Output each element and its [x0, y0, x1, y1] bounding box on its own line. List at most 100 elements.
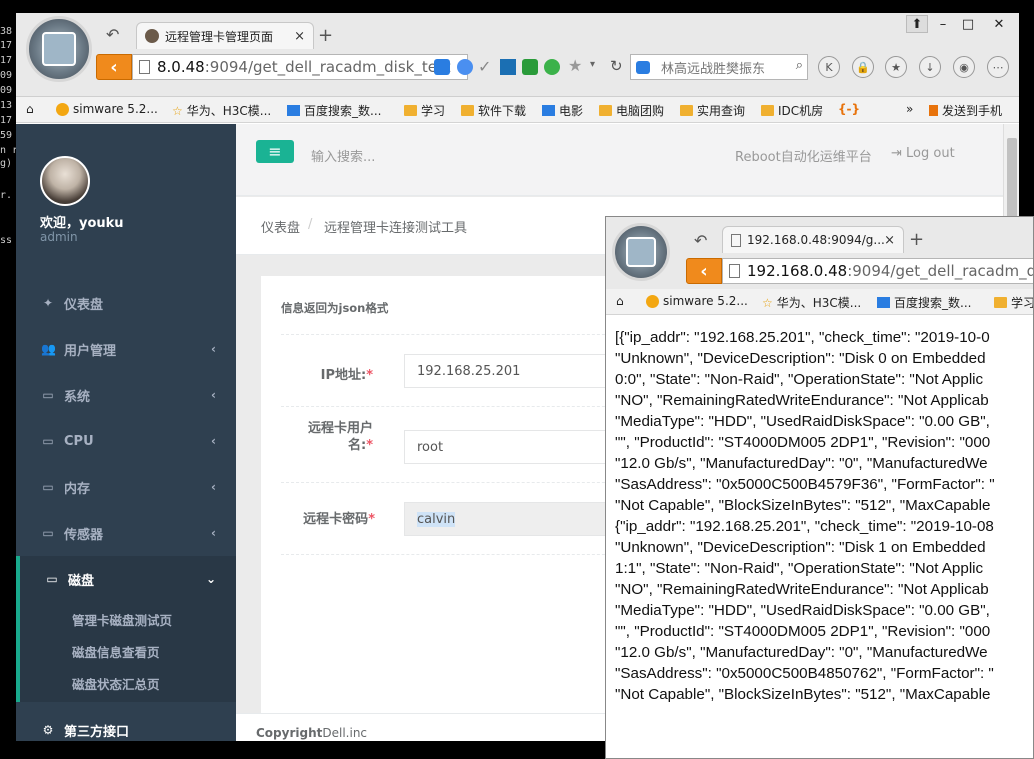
tab-favicon-icon	[145, 29, 159, 43]
logout-link[interactable]: ⇥ Log out	[891, 146, 955, 161]
username-label: 远程卡用户名:*	[307, 421, 373, 453]
bookmark-software[interactable]: 软件下载	[461, 102, 526, 119]
sidebar-item-6[interactable]: ▭ 磁盘 ⌄	[16, 556, 236, 602]
hdd-icon: ▭	[42, 480, 54, 494]
bookmark-idc[interactable]: IDC机房	[761, 102, 823, 119]
translate-icon[interactable]	[500, 59, 516, 75]
sidebar-item-0[interactable]: ✦ 仪表盘	[16, 280, 236, 326]
bookmark-huawei-2[interactable]: ☆ 华为、H3C模...	[762, 294, 861, 311]
terminal-line: 17	[0, 40, 13, 51]
submenu-item-1[interactable]: 磁盘信息查看页	[72, 642, 160, 661]
top-search-input[interactable]: 输入搜索...	[311, 146, 375, 165]
sidebar-item-5[interactable]: ▭ 传感器 ‹	[16, 510, 236, 556]
bookmarks-more[interactable]: »	[906, 102, 913, 116]
json-line: "NO", "RemainingRatedWriteEndurance": "N…	[615, 392, 989, 409]
history-back-icon[interactable]: ↶	[106, 25, 119, 44]
refresh-icon[interactable]: ↻	[610, 57, 623, 75]
sidebar-item-3[interactable]: ▭ CPU ‹	[16, 418, 236, 464]
browser-logo-icon[interactable]	[26, 16, 92, 82]
json-line: "SasAddress": "0x5000C500B4850762", "For…	[615, 665, 994, 682]
menu-icon[interactable]: ⋯	[987, 56, 1009, 78]
plus-circle-icon[interactable]	[544, 59, 560, 75]
tab-remote-card[interactable]: 远程管理卡管理页面 ×	[136, 22, 314, 49]
bookmark-baidu[interactable]: 百度搜索_数...	[287, 102, 381, 119]
chevron-icon: ‹	[211, 480, 216, 494]
game-icon[interactable]: ◉	[953, 56, 975, 78]
url-host-2: 192.168.0.48	[747, 262, 848, 280]
hdd-icon: ▭	[42, 434, 54, 448]
sign-out-icon: ⇥	[891, 146, 907, 161]
search-icon[interactable]: ⌕	[796, 58, 803, 73]
cogs-icon: ⚙	[42, 723, 54, 737]
sidebar-item-2[interactable]: ▭ 系统 ‹	[16, 372, 236, 418]
bookmark-simware-2[interactable]: simware 5.2...	[646, 294, 748, 308]
back-button-2[interactable]: ‹	[686, 258, 722, 284]
maximize-button[interactable]: □	[957, 15, 979, 33]
chevron-icon: ‹	[211, 342, 216, 356]
sidebar-item-label: 内存	[64, 481, 91, 497]
hamburger-button[interactable]: ≡	[256, 140, 294, 163]
download-icon[interactable]: ↓	[919, 56, 941, 78]
address-bar-2[interactable]: 192.168.0.48:9094/get_dell_racadm_dis	[722, 258, 1033, 284]
json-browser-window: ↶ 192.168.0.48:9094/g... × + ‹ 192.168.0…	[605, 216, 1034, 759]
chevron-icon: ‹	[211, 526, 216, 540]
address-bar[interactable]: 8.0.48:9094/get_dell_racadm_disk_test	[132, 54, 468, 80]
password-label: 远程卡密码*	[303, 512, 375, 527]
k-extension-icon[interactable]: K	[818, 56, 840, 78]
panel-title: 信息返回为json格式	[281, 301, 389, 315]
terminal-line: g)	[0, 158, 13, 169]
hdd-icon: ▭	[46, 572, 58, 586]
terminal-line: 59	[0, 130, 13, 141]
bookmark-huawei[interactable]: ☆ 华为、H3C模...	[172, 102, 271, 119]
bookmark-simware[interactable]: simware 5.2...	[56, 102, 158, 116]
bookmark-study[interactable]: 学习	[404, 102, 445, 119]
submenu-item-2[interactable]: 磁盘状态汇总页	[72, 674, 160, 693]
chevron-icon: ⌄	[205, 572, 216, 586]
ie-mode-icon[interactable]	[457, 59, 473, 75]
terminal-line: r.	[0, 190, 13, 201]
lock-icon[interactable]: 🔒	[852, 56, 874, 78]
send-to-phone[interactable]: 发送到手机	[929, 102, 1002, 119]
sidebar-item-third-party[interactable]: ⚙ 第三方接口	[16, 707, 236, 741]
url-host: 8.0.48	[157, 58, 205, 76]
favorites-icon[interactable]: ★	[885, 56, 907, 78]
bookmark-query[interactable]: 实用查询	[680, 102, 745, 119]
check-icon[interactable]: ✓	[478, 57, 491, 76]
sidebar-item-label: 系统	[64, 389, 91, 405]
tab-json[interactable]: 192.168.0.48:9094/g... ×	[722, 226, 904, 253]
home-icon-2[interactable]: ⌂	[616, 294, 624, 308]
platform-title: Reboot自动化运维平台	[735, 150, 872, 165]
search-box[interactable]: 林高远战胜樊振东 ⌕	[630, 54, 808, 80]
history-back-icon-2[interactable]: ↶	[694, 231, 707, 250]
bookmark-baidu-2[interactable]: 百度搜索_数...	[877, 294, 971, 311]
json-line: "", "ProductId": "ST4000DM005 2DP1", "Re…	[615, 434, 991, 451]
bookmark-extra-icon[interactable]: {-}	[838, 102, 860, 116]
bookmark-movie[interactable]: 电影	[542, 102, 583, 119]
compat-mode-icon[interactable]	[434, 59, 450, 75]
new-tab-button[interactable]: +	[318, 25, 333, 46]
minimize-button[interactable]: –	[932, 15, 954, 33]
back-button[interactable]: ‹	[96, 54, 132, 80]
tab-close-icon-2[interactable]: ×	[884, 233, 895, 248]
shield-icon[interactable]	[522, 59, 538, 75]
bookmark-study-2[interactable]: 学习	[994, 294, 1033, 311]
star-icon[interactable]: ★	[568, 56, 582, 75]
home-icon[interactable]: ⌂	[26, 102, 34, 116]
avatar[interactable]	[40, 156, 90, 206]
sidebar-item-label: CPU	[64, 433, 94, 449]
json-line: "SasAddress": "0x5000C500B4579F36", "For…	[615, 476, 995, 493]
new-tab-button-2[interactable]: +	[909, 229, 924, 250]
dropdown-icon[interactable]: ▾	[590, 59, 595, 70]
bookmarks-bar-2: ⌂ simware 5.2... ☆ 华为、H3C模... 百度搜索_数... 学…	[606, 289, 1033, 315]
bookmark-pc-groupbuy[interactable]: 电脑团购	[599, 102, 664, 119]
browser-logo-icon-2[interactable]	[612, 223, 670, 281]
breadcrumb-home[interactable]: 仪表盘	[261, 217, 300, 236]
tab-close-icon[interactable]: ×	[294, 29, 305, 44]
browser-titlebar-2: ↶ 192.168.0.48:9094/g... × + ‹ 192.168.0…	[606, 217, 1033, 295]
close-window-button[interactable]: ✕	[988, 15, 1010, 33]
url-path: :9094/get_dell_racadm_disk_test	[204, 58, 451, 76]
sidebar-item-1[interactable]: 👥 用户管理 ‹	[16, 326, 236, 372]
sidebar-item-4[interactable]: ▭ 内存 ‹	[16, 464, 236, 510]
submenu-item-0[interactable]: 管理卡磁盘测试页	[72, 610, 172, 629]
skin-button[interactable]: ⬆	[906, 15, 928, 33]
